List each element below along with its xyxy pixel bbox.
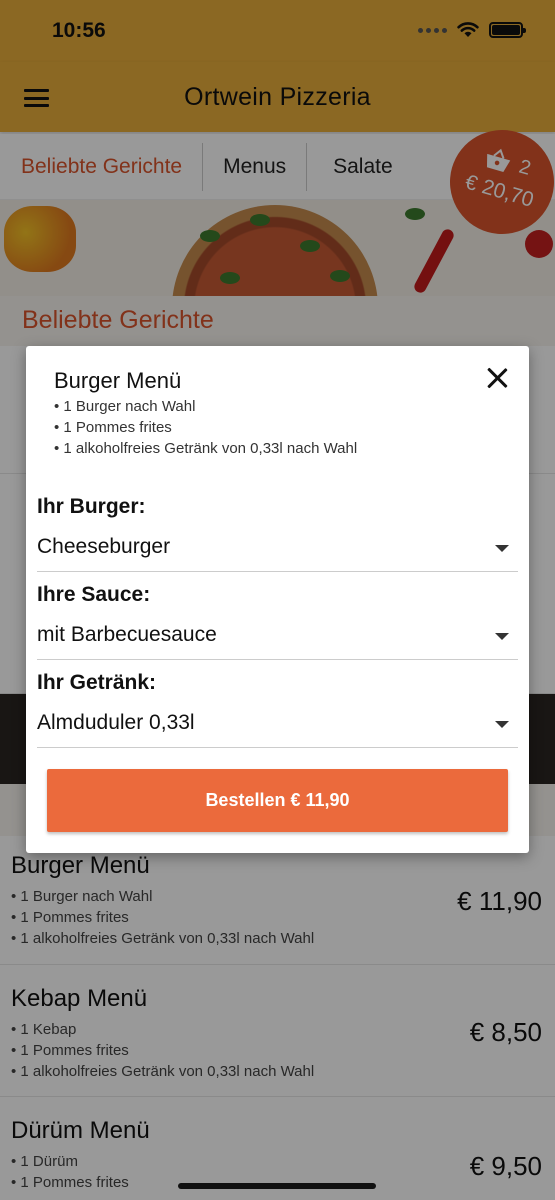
product-options-dialog: Burger Menü • 1 Burger nach Wahl • 1 Pom… [26,346,529,853]
sauce-select-value: mit Barbecuesauce [37,623,217,646]
close-icon[interactable] [485,366,509,390]
home-indicator [178,1183,376,1189]
sauce-select[interactable]: mit Barbecuesauce [37,616,518,660]
sauce-label: Ihre Sauce: [37,583,151,606]
chevron-down-icon [495,633,509,640]
chevron-down-icon [495,545,509,552]
dialog-title: Burger Menü [54,368,182,393]
chevron-down-icon [495,721,509,728]
drink-select[interactable]: Almduduler 0,33l [37,704,518,748]
dialog-description: • 1 Burger nach Wahl • 1 Pommes frites •… [54,398,358,457]
burger-select-value: Cheeseburger [37,535,171,558]
drink-select-value: Almduduler 0,33l [37,711,195,734]
burger-label: Ihr Burger: [37,495,146,518]
drink-label: Ihr Getränk: [37,671,157,694]
order-button[interactable]: Bestellen € 11,90 [47,769,508,832]
burger-select[interactable]: Cheeseburger [37,528,518,572]
